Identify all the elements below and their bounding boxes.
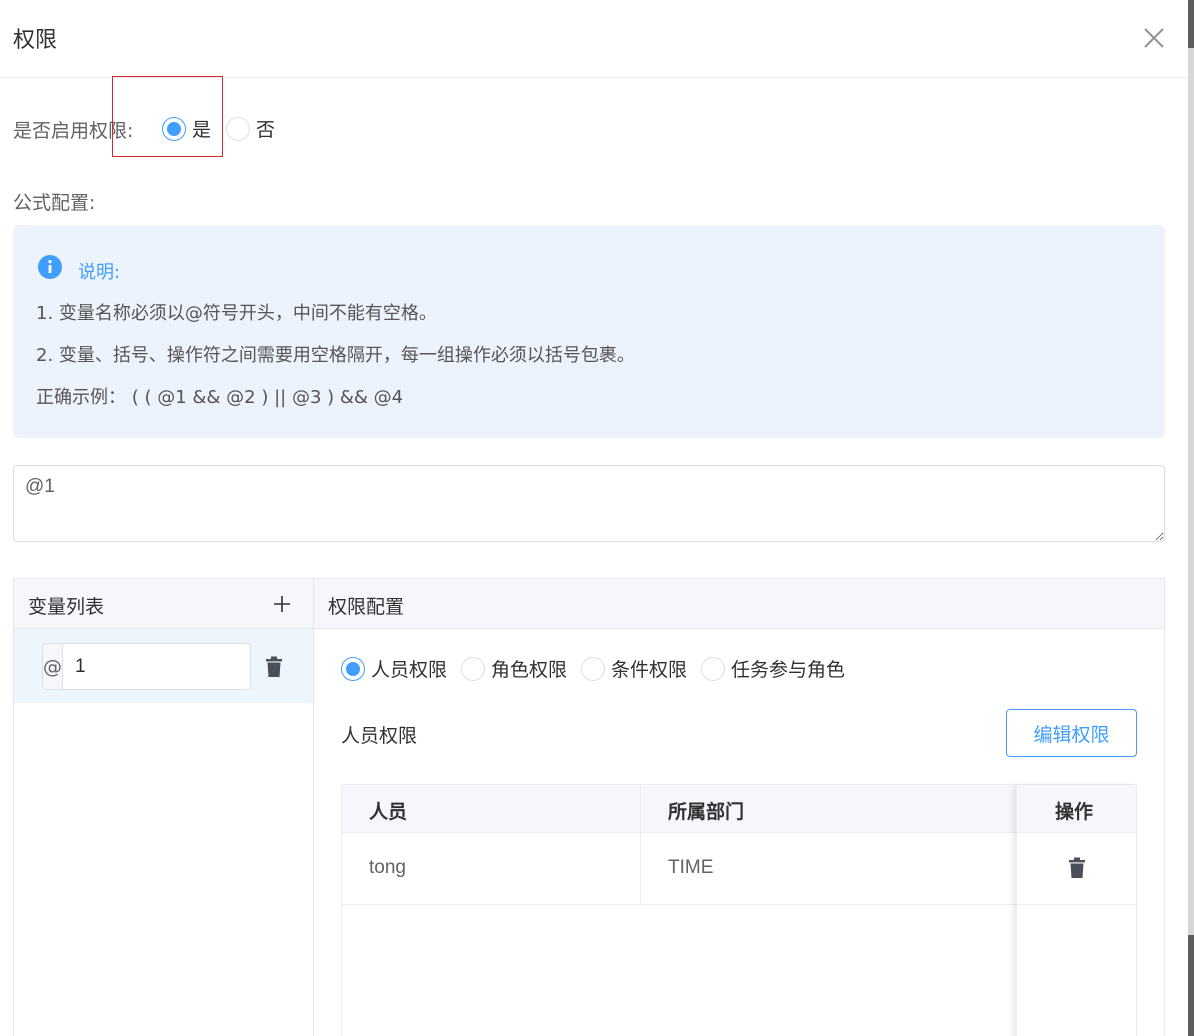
alert-line: 2. 变量、括号、操作符之间需要用空格隔开，每一组操作必须以括号包裹。 xyxy=(36,345,635,366)
variable-item: @ xyxy=(14,629,320,703)
variable-input-group: @ xyxy=(42,643,320,690)
type-task-role-radio[interactable]: 任务参与角色 xyxy=(701,655,845,682)
radio-label: 条件权限 xyxy=(611,659,688,681)
cell-dept: TIME xyxy=(668,857,714,878)
variable-list-title: 变量列表 xyxy=(28,596,105,618)
alert-line: 正确示例： ( ( @1 && @2 ) || @3 ) && @4 xyxy=(36,387,404,408)
alert-title: 说明: xyxy=(78,262,121,283)
radio-label: 否 xyxy=(256,119,276,141)
alert-line: 1. 变量名称必须以@符号开头，中间不能有空格。 xyxy=(36,303,437,324)
radio-indicator xyxy=(341,656,365,681)
cell-person: tong xyxy=(369,857,406,878)
enable-no-radio[interactable]: 否 xyxy=(226,115,275,142)
radio-indicator xyxy=(461,656,486,681)
column-header-dept: 所属部门 xyxy=(668,801,745,823)
permission-config-column: 权限配置 人员权限 角色权限 条件权限 任务参与角色 人员权限 编辑权限 人员 … xyxy=(314,579,1164,1036)
column-header-person: 人员 xyxy=(369,801,408,823)
edit-permission-button[interactable]: 编辑权限 xyxy=(1006,709,1137,757)
formula-config-label: 公式配置: xyxy=(13,192,96,214)
fixed-action-column xyxy=(1016,785,1136,1036)
radio-indicator xyxy=(226,116,250,141)
close-icon xyxy=(1144,28,1164,48)
info-alert: 说明: 1. 变量名称必须以@符号开头，中间不能有空格。 2. 变量、括号、操作… xyxy=(13,225,1165,438)
radio-indicator xyxy=(581,656,606,681)
variable-prefix: @ xyxy=(43,644,63,689)
info-icon xyxy=(38,255,62,279)
type-condition-radio[interactable]: 条件权限 xyxy=(581,655,687,682)
variable-list-column: 变量列表 @ xyxy=(14,579,320,1036)
formula-textarea[interactable]: @1 xyxy=(13,465,1165,542)
column-divider xyxy=(640,785,641,905)
radio-indicator xyxy=(701,656,726,681)
type-person-radio[interactable]: 人员权限 xyxy=(341,655,447,682)
permission-dialog: 权限 是否启用权限: 是 否 公式配置: 说明: 1. 变量名称必须以@符号开头… xyxy=(0,0,1188,1036)
config-panel: 变量列表 @ 权限配置 xyxy=(13,578,1165,1036)
permission-config-title: 权限配置 xyxy=(328,596,405,618)
section-title: 人员权限 xyxy=(341,725,418,747)
permission-config-header: 权限配置 xyxy=(314,579,1164,629)
window-edge xyxy=(1188,0,1194,1036)
person-table: 人员 所属部门 操作 tong TIME xyxy=(341,784,1137,1036)
radio-label: 角色权限 xyxy=(491,659,568,681)
delete-variable-icon[interactable] xyxy=(265,656,283,678)
radio-label: 任务参与角色 xyxy=(731,659,846,681)
variable-list-header: 变量列表 xyxy=(14,579,313,629)
focus-outline xyxy=(112,76,223,157)
dialog-header: 权限 xyxy=(0,0,1188,78)
add-variable-icon[interactable] xyxy=(271,593,293,615)
radio-label: 人员权限 xyxy=(371,659,448,681)
permission-type-group: 人员权限 角色权限 条件权限 任务参与角色 xyxy=(341,655,845,682)
type-role-radio[interactable]: 角色权限 xyxy=(461,655,567,682)
dialog-title: 权限 xyxy=(13,28,58,53)
close-button[interactable] xyxy=(1140,24,1168,52)
